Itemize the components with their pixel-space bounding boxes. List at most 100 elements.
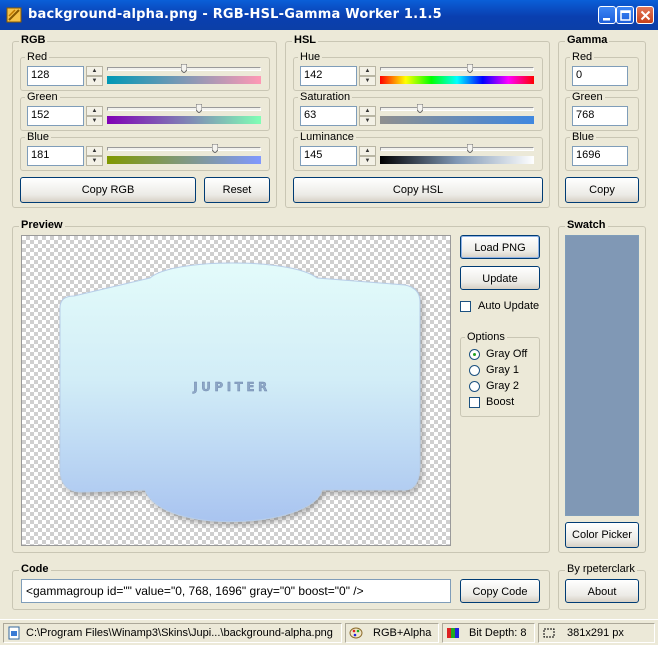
swatch-color bbox=[565, 235, 639, 516]
app-icon bbox=[6, 7, 22, 23]
saturation-label: Saturation bbox=[298, 91, 353, 103]
red-slider-thumb[interactable] bbox=[181, 64, 187, 73]
blue-slider-track bbox=[107, 147, 261, 151]
red-slider[interactable] bbox=[107, 64, 261, 86]
rgb-group-label: RGB bbox=[19, 34, 48, 46]
gamma-red-label: Red bbox=[570, 51, 595, 63]
green-channel: Green 152 ▲ ▼ bbox=[20, 91, 270, 131]
window-title: background-alpha.png - RGB-HSL-Gamma Wor… bbox=[28, 7, 442, 22]
swatch-group: Swatch Color Picker bbox=[558, 219, 646, 553]
status-size-pane: 381x291 px bbox=[538, 623, 655, 643]
gray-off-radio[interactable] bbox=[469, 349, 480, 360]
boost-checkbox[interactable] bbox=[469, 397, 480, 408]
green-slider-track bbox=[107, 107, 261, 111]
blue-input[interactable]: 181 bbox=[27, 146, 84, 166]
blue-slider-thumb[interactable] bbox=[212, 144, 218, 153]
green-slider-thumb[interactable] bbox=[196, 104, 202, 113]
dimensions-icon bbox=[543, 628, 555, 638]
green-slider[interactable] bbox=[107, 104, 261, 126]
color-picker-button[interactable]: Color Picker bbox=[565, 522, 639, 548]
about-group: By rpeterclark About bbox=[558, 563, 646, 610]
status-mode-pane: RGB+Alpha bbox=[345, 623, 439, 643]
luminance-up-arrow-icon[interactable]: ▲ bbox=[359, 146, 376, 156]
blue-label: Blue bbox=[25, 131, 52, 143]
green-input[interactable]: 152 bbox=[27, 106, 84, 126]
reset-button[interactable]: Reset bbox=[204, 177, 270, 203]
red-gradient bbox=[107, 76, 261, 84]
blue-channel: Blue 181 ▲ ▼ bbox=[20, 131, 270, 171]
color-depth-icon bbox=[447, 628, 459, 638]
hue-input[interactable]: 142 bbox=[300, 66, 357, 86]
green-gradient bbox=[107, 116, 261, 124]
gamma-green-input[interactable]: 768 bbox=[572, 106, 628, 126]
luminance-down-arrow-icon[interactable]: ▼ bbox=[359, 156, 376, 166]
update-button[interactable]: Update bbox=[460, 266, 540, 290]
gray-1-radio[interactable] bbox=[469, 365, 480, 376]
green-up-arrow-icon[interactable]: ▲ bbox=[86, 106, 103, 116]
close-button[interactable] bbox=[636, 6, 654, 24]
blue-spinner: 181 ▲ ▼ bbox=[27, 146, 103, 166]
hue-slider-track bbox=[380, 67, 534, 71]
load-png-button[interactable]: Load PNG bbox=[460, 235, 540, 259]
green-down-arrow-icon[interactable]: ▼ bbox=[86, 116, 103, 126]
palette-icon bbox=[349, 627, 363, 639]
red-spinner: 128 ▲ ▼ bbox=[27, 66, 103, 86]
red-input[interactable]: 128 bbox=[27, 66, 84, 86]
minimize-button[interactable] bbox=[598, 6, 616, 24]
red-down-arrow-icon[interactable]: ▼ bbox=[86, 76, 103, 86]
file-icon bbox=[8, 626, 20, 640]
author-label: By rpeterclark bbox=[565, 563, 637, 575]
blue-gradient bbox=[107, 156, 261, 164]
copy-gamma-button[interactable]: Copy bbox=[565, 177, 639, 203]
rgb-group: RGB Red 128 ▲ ▼ Green 152 ▲ ▼ Blue 181 ▲… bbox=[12, 34, 277, 208]
hue-up-arrow-icon[interactable]: ▲ bbox=[359, 66, 376, 76]
maximize-icon bbox=[620, 10, 631, 21]
gamma-red-input[interactable]: 0 bbox=[572, 66, 628, 86]
copy-rgb-button[interactable]: Copy RGB bbox=[20, 177, 196, 203]
maximize-button[interactable] bbox=[616, 6, 634, 24]
saturation-channel: Saturation 63 ▲ ▼ bbox=[293, 91, 543, 131]
gamma-blue-input[interactable]: 1696 bbox=[572, 146, 628, 166]
hue-slider-thumb[interactable] bbox=[467, 64, 473, 73]
blue-up-arrow-icon[interactable]: ▲ bbox=[86, 146, 103, 156]
status-size: 381x291 px bbox=[567, 627, 624, 639]
status-bar: C:\Program Files\Winamp3\Skins\Jupi...\b… bbox=[0, 619, 658, 645]
hue-spinner: 142 ▲ ▼ bbox=[300, 66, 376, 86]
luminance-label: Luminance bbox=[298, 131, 356, 143]
blue-slider[interactable] bbox=[107, 144, 261, 166]
blue-down-arrow-icon[interactable]: ▼ bbox=[86, 156, 103, 166]
jupiter-logo: JUPITER bbox=[192, 380, 271, 394]
copy-hsl-button[interactable]: Copy HSL bbox=[293, 177, 543, 203]
saturation-spinner: 63 ▲ ▼ bbox=[300, 106, 376, 126]
about-button[interactable]: About bbox=[565, 579, 639, 603]
luminance-channel: Luminance 145 ▲ ▼ bbox=[293, 131, 543, 171]
hue-down-arrow-icon[interactable]: ▼ bbox=[359, 76, 376, 86]
code-field[interactable]: <gammagroup id="" value="0, 768, 1696" g… bbox=[21, 579, 451, 603]
gray-2-radio[interactable] bbox=[469, 381, 480, 392]
luminance-spinner: 145 ▲ ▼ bbox=[300, 146, 376, 166]
auto-update-checkbox[interactable] bbox=[460, 301, 471, 312]
preview-canvas: JUPITER bbox=[21, 235, 451, 546]
red-up-arrow-icon[interactable]: ▲ bbox=[86, 66, 103, 76]
saturation-slider[interactable] bbox=[380, 104, 534, 126]
hue-slider[interactable] bbox=[380, 64, 534, 86]
saturation-down-arrow-icon[interactable]: ▼ bbox=[359, 116, 376, 126]
gamma-group-label: Gamma bbox=[565, 34, 610, 46]
luminance-input[interactable]: 145 bbox=[300, 146, 357, 166]
copy-code-button[interactable]: Copy Code bbox=[460, 579, 540, 603]
swatch-group-label: Swatch bbox=[565, 219, 608, 231]
hsl-group: HSL Hue 142 ▲ ▼ Saturation 63 ▲ ▼ Lumina… bbox=[285, 34, 550, 208]
luminance-slider-track bbox=[380, 147, 534, 151]
gamma-red: Red 0 bbox=[565, 51, 639, 91]
red-channel: Red 128 ▲ ▼ bbox=[20, 51, 270, 91]
code-group: Code <gammagroup id="" value="0, 768, 16… bbox=[12, 563, 550, 610]
saturation-input[interactable]: 63 bbox=[300, 106, 357, 126]
saturation-up-arrow-icon[interactable]: ▲ bbox=[359, 106, 376, 116]
preview-group: Preview JUPITER Load PNG Update Auto Upd… bbox=[12, 219, 550, 553]
luminance-slider-thumb[interactable] bbox=[467, 144, 473, 153]
gamma-group: Gamma Red 0 Green 768 Blue 1696 Copy bbox=[558, 34, 646, 208]
auto-update-label: Auto Update bbox=[478, 300, 540, 312]
green-label: Green bbox=[25, 91, 60, 103]
saturation-slider-thumb[interactable] bbox=[417, 104, 423, 113]
luminance-slider[interactable] bbox=[380, 144, 534, 166]
